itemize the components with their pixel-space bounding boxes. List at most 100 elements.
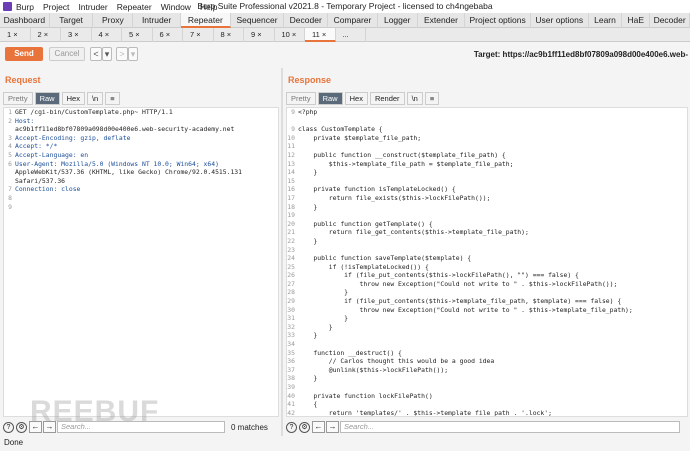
repeater-tab-4[interactable]: 4 × xyxy=(92,28,122,42)
search-prev-button[interactable]: ← xyxy=(312,421,325,433)
code-line: ac9b1ff11ed8bf07809a098d00e400e6.web-sec… xyxy=(4,125,278,134)
cancel-button[interactable]: Cancel xyxy=(49,47,85,61)
back-history-dropdown[interactable]: ▾ xyxy=(102,47,112,61)
code-line: 23 xyxy=(287,246,687,255)
repeater-tab-8[interactable]: 8 × xyxy=(214,28,244,42)
code-line: 35 function __destruct() { xyxy=(287,349,687,358)
tab-project-options[interactable]: Project options xyxy=(465,13,531,28)
line-number: 42 xyxy=(287,408,295,417)
tab-dashboard[interactable]: Dashboard xyxy=(0,13,50,28)
help-icon[interactable]: ? xyxy=(286,421,297,433)
forward-history-dropdown[interactable]: ▾ xyxy=(128,47,138,61)
response-view-pretty[interactable]: Pretty xyxy=(286,92,316,105)
line-number: 20 xyxy=(287,219,295,228)
tab-repeater[interactable]: Repeater xyxy=(180,13,231,28)
code-line: 39 xyxy=(287,383,687,392)
line-number: 23 xyxy=(287,245,295,254)
repeater-tab-3[interactable]: 3 × xyxy=(61,28,92,42)
tab-decoder[interactable]: Decoder xyxy=(650,13,690,28)
code-line: 29 if (file_put_contents($this->template… xyxy=(287,297,687,306)
code-line: 8 xyxy=(4,194,278,203)
response-view-render[interactable]: Render xyxy=(369,92,405,105)
line-number: 34 xyxy=(287,340,295,349)
forward-button[interactable]: > xyxy=(116,47,128,61)
code-line: 26 if (file_put_contents($this->lockFile… xyxy=(287,271,687,280)
request-view-raw[interactable]: Raw xyxy=(34,92,60,105)
request-view-option[interactable]: ≡ xyxy=(105,92,120,105)
code-text: } xyxy=(298,202,318,211)
menu-bar: Burp Project Intruder Repeater Window Help xyxy=(16,2,226,12)
code-text: } xyxy=(298,374,318,383)
request-view-hex[interactable]: Hex xyxy=(61,92,85,105)
tab-learn[interactable]: Learn xyxy=(589,13,623,28)
line-number: 17 xyxy=(287,193,295,202)
menu-project[interactable]: Project xyxy=(43,2,69,12)
code-line: 9 class CustomTemplate { xyxy=(287,125,687,134)
code-line: AppleWebKit/537.36 (KHTML, like Gecko) C… xyxy=(4,168,278,177)
search-next-button[interactable]: → xyxy=(326,421,339,433)
menu-burp[interactable]: Burp xyxy=(16,2,34,12)
code-line: 21 return file_get_contents($this->templ… xyxy=(287,228,687,237)
panel-divider[interactable] xyxy=(281,68,283,436)
repeater-tab-bar: 1 × 2 × 3 × 4 × 5 × 6 × 7 × 8 × 9 × 10 × 11 ×... xyxy=(0,28,690,42)
line-number: 39 xyxy=(287,383,295,391)
repeater-tab-5[interactable]: 5 × xyxy=(122,28,153,42)
repeater-tab-1[interactable]: 1 × xyxy=(0,28,31,42)
tab-comparer[interactable]: Comparer xyxy=(328,13,378,28)
line-number: 3 xyxy=(8,133,12,142)
menu-window[interactable]: Window xyxy=(161,2,191,12)
code-text: ac9b1ff11ed8bf07809a098d00e400e6.web-sec… xyxy=(15,125,235,134)
send-button[interactable]: Send xyxy=(5,47,43,61)
code-line: 17 return file_exists($this->lockFilePat… xyxy=(287,194,687,203)
repeater-tab-9[interactable]: 9 × xyxy=(244,28,275,42)
repeater-tab-12[interactable]: ... xyxy=(336,28,366,42)
code-line: 38 } xyxy=(287,374,687,383)
settings-gear-icon[interactable]: ⚙ xyxy=(299,421,310,433)
code-line: 18 } xyxy=(287,203,687,212)
response-view-raw[interactable]: Raw xyxy=(317,92,343,105)
back-button[interactable]: < xyxy=(90,47,102,61)
repeater-tab-10[interactable]: 10 × xyxy=(275,28,305,42)
code-text: } xyxy=(298,168,318,177)
code-line xyxy=(287,117,687,126)
repeater-tab-7[interactable]: 7 × xyxy=(183,28,214,42)
request-view-pretty[interactable]: Pretty xyxy=(3,92,33,105)
code-text: return 'templates/' . $this->template_fi… xyxy=(298,408,552,417)
code-text: } xyxy=(298,236,318,245)
tab-user-options[interactable]: User options xyxy=(531,13,589,28)
code-text: Accept: */* xyxy=(15,142,58,151)
line-number: 30 xyxy=(287,305,295,314)
settings-gear-icon[interactable]: ⚙ xyxy=(16,421,27,433)
response-view-option[interactable]: ≡ xyxy=(424,92,440,105)
line-number: 9 xyxy=(8,202,12,211)
repeater-tab-11[interactable]: 11 × xyxy=(305,28,336,42)
repeater-tab-6[interactable]: 6 × xyxy=(153,28,183,42)
tab-decoder[interactable]: Decoder xyxy=(284,13,329,28)
repeater-tab-2[interactable]: 2 × xyxy=(31,28,61,42)
response-search-input[interactable]: Search... xyxy=(340,421,680,433)
tab-proxy[interactable]: Proxy xyxy=(93,13,134,28)
menu-repeater[interactable]: Repeater xyxy=(117,2,152,12)
request-view-n[interactable]: \n xyxy=(86,92,104,105)
response-editor[interactable]: 9 <?php 9 class CustomTemplate {10 private … xyxy=(286,107,688,417)
line-number: 2 xyxy=(8,116,12,125)
tab-intruder[interactable]: Intruder xyxy=(133,13,181,28)
request-editor[interactable]: 1 GET /cgi-bin/CustomTemplate.php~ HTTP/1… xyxy=(3,107,279,417)
menu-help[interactable]: Help xyxy=(200,2,217,12)
code-line: 11 xyxy=(287,142,687,151)
response-view-n[interactable]: \n xyxy=(406,92,423,105)
code-line: 5 Accept-Language: en xyxy=(4,151,278,160)
line-number: 41 xyxy=(287,400,295,409)
tab-target[interactable]: Target xyxy=(50,13,94,28)
code-line: 30 throw new Exception("Could not write … xyxy=(287,306,687,315)
tab-logger[interactable]: Logger xyxy=(378,13,418,28)
code-line: 1 GET /cgi-bin/CustomTemplate.php~ HTTP/1… xyxy=(4,108,278,117)
response-view-hex[interactable]: Hex xyxy=(344,92,368,105)
menu-intruder[interactable]: Intruder xyxy=(78,2,107,12)
tab-hae[interactable]: HaE xyxy=(622,13,651,28)
tab-sequencer[interactable]: Sequencer xyxy=(231,13,285,28)
line-number: 19 xyxy=(287,211,295,220)
tab-extender[interactable]: Extender xyxy=(418,13,466,28)
line-number: 7 xyxy=(8,185,12,194)
help-icon[interactable]: ? xyxy=(3,421,14,433)
